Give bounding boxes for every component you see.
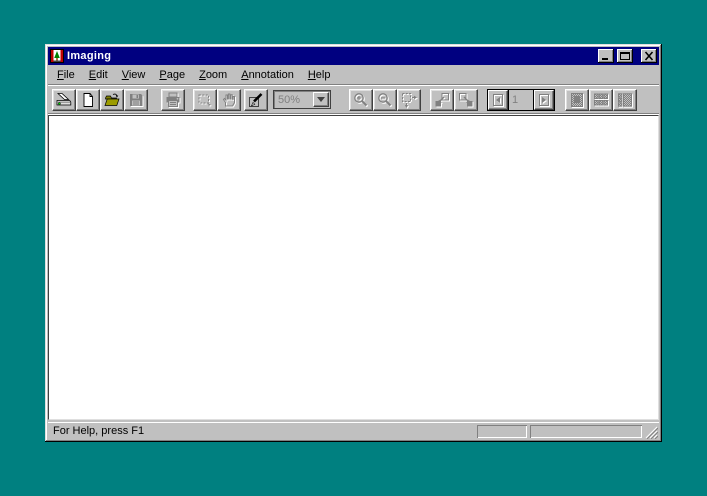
menu-page[interactable]: Page — [152, 67, 192, 83]
minimize-icon — [600, 51, 612, 61]
close-button[interactable] — [641, 49, 657, 63]
previous-page-button[interactable] — [430, 89, 454, 111]
menu-file[interactable]: File — [50, 67, 82, 83]
one-page-view-icon — [569, 92, 585, 108]
previous-page-icon — [434, 92, 450, 108]
status-panel-1 — [477, 425, 527, 438]
status-panel-2 — [530, 425, 642, 438]
page-back-button[interactable] — [488, 90, 508, 110]
resize-grip[interactable] — [645, 426, 658, 439]
open-button[interactable] — [100, 89, 124, 111]
titlebar[interactable]: Imaging — [48, 47, 659, 65]
annotation-pen-icon — [248, 92, 264, 108]
scanner-icon — [56, 92, 72, 108]
zoom-select-value: 50% — [274, 94, 313, 106]
maximize-icon — [619, 51, 631, 61]
one-page-view-button[interactable] — [565, 89, 589, 111]
selection-rectangle-icon — [197, 92, 213, 108]
open-folder-icon — [104, 92, 120, 108]
zoom-out-button[interactable] — [373, 89, 397, 111]
maximize-button[interactable] — [617, 49, 633, 63]
select-image-button[interactable] — [193, 89, 217, 111]
new-document-button[interactable] — [76, 89, 100, 111]
menu-annotation[interactable]: Annotation — [234, 67, 301, 83]
scan-button[interactable] — [52, 89, 76, 111]
hand-icon — [221, 92, 237, 108]
print-button[interactable] — [161, 89, 185, 111]
drag-button[interactable] — [217, 89, 241, 111]
zoom-select-arrow-button[interactable] — [313, 92, 329, 107]
menu-view[interactable]: View — [115, 67, 153, 83]
thumbnail-view-button[interactable] — [589, 89, 613, 111]
zoom-out-icon — [377, 92, 393, 108]
menu-edit[interactable]: Edit — [82, 67, 115, 83]
statusbar: For Help, press F1 — [48, 422, 659, 439]
minimize-button[interactable] — [598, 49, 614, 63]
floppy-disk-icon — [128, 92, 144, 108]
status-message: For Help, press F1 — [49, 425, 474, 437]
printer-icon — [165, 92, 181, 108]
page-back-icon — [491, 93, 505, 107]
imaging-window: Imaging File Edit View Page Zoom Annotat… — [45, 44, 662, 442]
menubar: File Edit View Page Zoom Annotation Help — [48, 65, 659, 84]
toolbar: 50% — [48, 86, 659, 113]
page-and-thumbnails-view-icon — [617, 92, 633, 108]
chevron-down-icon — [317, 97, 325, 102]
menu-zoom[interactable]: Zoom — [192, 67, 234, 83]
close-icon — [643, 51, 655, 61]
zoom-select[interactable]: 50% — [273, 90, 331, 109]
page-forward-icon — [537, 93, 551, 107]
window-title: Imaging — [67, 50, 595, 62]
blank-page-icon — [80, 92, 96, 108]
next-page-icon — [458, 92, 474, 108]
page-forward-button[interactable] — [534, 90, 554, 110]
zoom-in-icon — [353, 92, 369, 108]
save-button[interactable] — [124, 89, 148, 111]
menu-help[interactable]: Help — [301, 67, 338, 83]
zoom-selection-icon — [401, 92, 417, 108]
zoom-to-selection-button[interactable] — [397, 89, 421, 111]
page-number-field[interactable]: 1 — [508, 90, 534, 110]
go-to-page-group: 1 — [487, 89, 555, 111]
document-area[interactable] — [48, 115, 659, 420]
page-and-thumbnails-view-button[interactable] — [613, 89, 637, 111]
thumbnail-view-icon — [593, 92, 609, 108]
imaging-app-icon — [50, 49, 64, 63]
next-page-button[interactable] — [454, 89, 478, 111]
resize-grip-icon — [645, 426, 658, 439]
annotation-toolbar-button[interactable] — [244, 89, 268, 111]
zoom-in-button[interactable] — [349, 89, 373, 111]
